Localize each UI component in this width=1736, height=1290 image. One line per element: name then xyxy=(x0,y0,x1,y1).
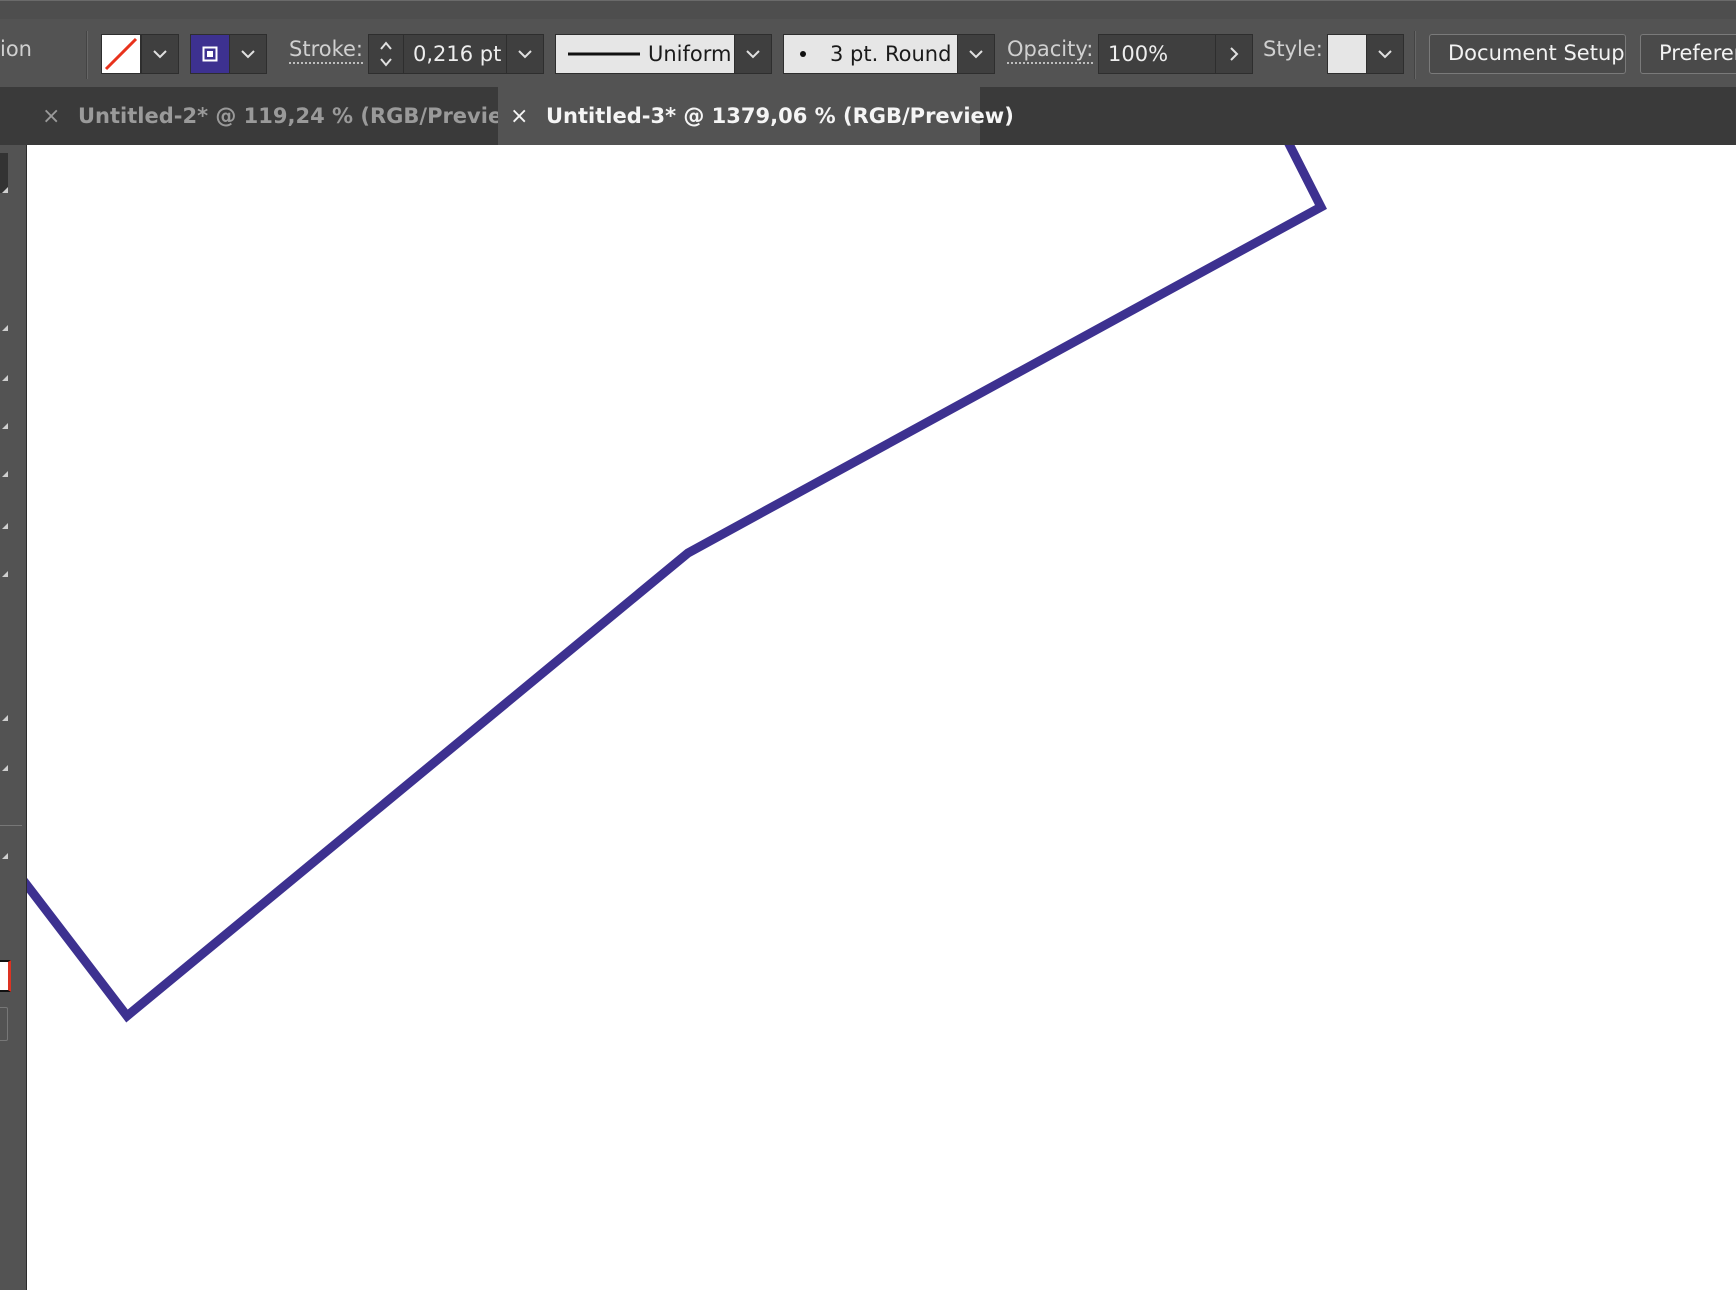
divider xyxy=(0,825,22,826)
opacity-field[interactable]: 100% xyxy=(1098,34,1216,74)
chevron-down-icon xyxy=(1378,50,1392,59)
chevron-down-icon xyxy=(746,50,760,59)
graphic-style-swatch[interactable] xyxy=(1327,34,1367,74)
fill-none-icon xyxy=(104,37,138,71)
tool-flyout-indicator-icon xyxy=(2,715,8,721)
fill-swatch[interactable] xyxy=(101,34,141,74)
chevron-down-icon xyxy=(969,50,983,59)
chevron-down-icon xyxy=(518,50,532,59)
stroke-swatch[interactable] xyxy=(190,34,230,74)
artwork-svg xyxy=(27,145,1327,1023)
width-profile-box[interactable]: Uniform xyxy=(555,34,735,74)
selected-path[interactable] xyxy=(27,145,1327,1023)
width-profile-label: Uniform xyxy=(648,42,732,66)
up-down-chevrons-icon xyxy=(380,41,392,67)
separator xyxy=(1414,31,1416,79)
brush-box[interactable]: 3 pt. Round xyxy=(783,34,958,74)
document-setup-button[interactable]: Document Setup xyxy=(1429,34,1626,74)
fill-dropdown[interactable] xyxy=(141,34,179,74)
brush-label: 3 pt. Round xyxy=(830,42,952,66)
stroke-label[interactable]: Stroke: xyxy=(289,37,363,64)
document-tab-bar: × Untitled-2* @ 119,24 % (RGB/Preview) × U… xyxy=(0,87,1736,145)
chevron-down-icon xyxy=(241,50,255,59)
tab-label: Untitled-3* @ 1379,06 % (RGB/Preview) xyxy=(546,104,1014,128)
tab-untitled-3[interactable]: × Untitled-3* @ 1379,06 % (RGB/Preview) xyxy=(498,87,1014,146)
tool-flyout-indicator-icon xyxy=(2,765,8,771)
style-label: Style: xyxy=(1263,37,1323,61)
preferences-button[interactable]: Preferen xyxy=(1640,34,1736,74)
opacity-label[interactable]: Opacity: xyxy=(1007,37,1094,64)
tab-label: Untitled-2* @ 119,24 % (RGB/Preview) xyxy=(78,104,532,128)
tool-flyout-indicator-icon xyxy=(2,325,8,331)
tool-flyout-indicator-icon xyxy=(2,187,8,193)
tool-flyout-indicator-icon xyxy=(2,375,8,381)
tool-flyout-indicator-icon xyxy=(2,423,8,429)
stroke-weight-stepper[interactable] xyxy=(368,34,404,74)
opacity-arrow-button[interactable] xyxy=(1215,34,1253,74)
tab-untitled-2[interactable]: × Untitled-2* @ 119,24 % (RGB/Preview) xyxy=(30,87,531,146)
stroke-weight-dropdown[interactable] xyxy=(506,34,544,74)
graphic-style-dropdown[interactable] xyxy=(1366,34,1404,74)
stroke-dropdown[interactable] xyxy=(229,34,267,74)
tool-flyout-indicator-icon xyxy=(2,571,8,577)
tool-flyout-indicator-icon xyxy=(2,523,8,529)
fill-stroke-mini-icon[interactable] xyxy=(0,960,11,992)
stroke-icon xyxy=(202,46,218,62)
truncated-panel-label: ion xyxy=(0,37,32,61)
chevron-down-icon xyxy=(153,50,167,59)
tool-flyout-indicator-icon xyxy=(2,471,8,477)
artboard-canvas[interactable] xyxy=(27,145,1736,1290)
brush-dot-icon xyxy=(800,51,806,57)
close-icon[interactable]: × xyxy=(42,88,60,146)
separator xyxy=(86,31,88,79)
tools-panel-edge xyxy=(0,145,27,1290)
brush-dropdown[interactable] xyxy=(957,34,995,74)
line-profile-icon xyxy=(568,52,640,56)
width-profile-dropdown[interactable] xyxy=(734,34,772,74)
close-icon[interactable]: × xyxy=(510,88,528,146)
tool-flyout-indicator-icon xyxy=(2,853,8,859)
mode-button[interactable] xyxy=(0,1007,8,1041)
stroke-weight-field[interactable]: 0,216 pt xyxy=(403,34,507,74)
chevron-right-icon xyxy=(1230,47,1239,61)
